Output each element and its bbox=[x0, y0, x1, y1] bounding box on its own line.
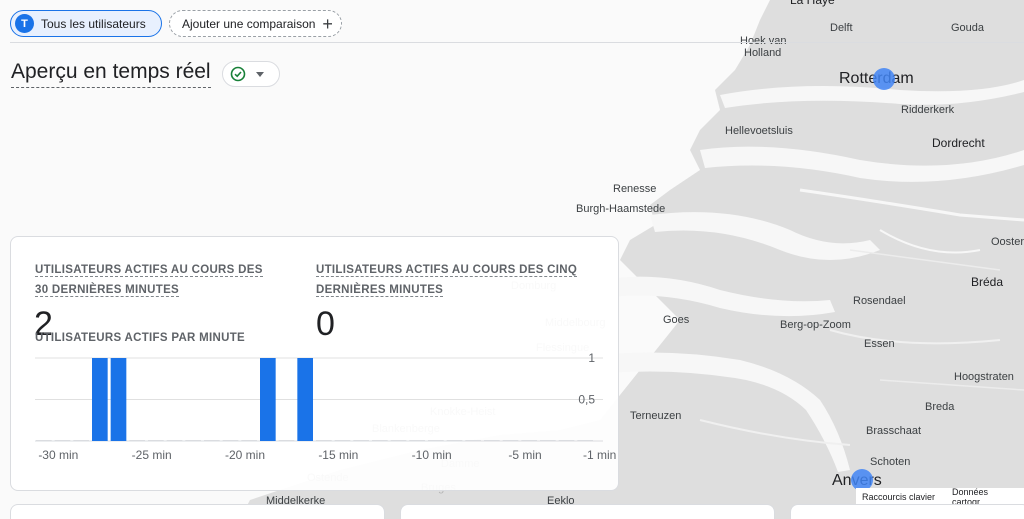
y-tick-label: 1 bbox=[588, 351, 595, 365]
chart-bar bbox=[222, 440, 239, 441]
x-tick-label: -5 min bbox=[508, 448, 541, 462]
add-comparison-label: Ajouter une comparaison bbox=[182, 16, 316, 31]
chart-bar bbox=[297, 358, 313, 441]
map-label: Hoek van bbox=[740, 35, 787, 47]
map-label: Ridderkerk bbox=[901, 104, 955, 116]
chart-bar bbox=[521, 440, 537, 441]
chart-bar bbox=[446, 440, 463, 441]
x-tick-label: -10 min bbox=[412, 448, 452, 462]
y-tick-label: 0,5 bbox=[578, 393, 595, 407]
bottom-card-2 bbox=[400, 504, 775, 519]
chart-bar bbox=[465, 440, 481, 441]
map-label: Essen bbox=[864, 338, 895, 350]
chart-bar bbox=[558, 440, 575, 441]
chart-bar bbox=[390, 440, 407, 441]
map-label: La Haye bbox=[790, 0, 835, 7]
map-label: Schoten bbox=[870, 456, 911, 468]
x-tick-label: -30 min bbox=[38, 448, 78, 462]
map-label: Delft bbox=[830, 22, 853, 34]
map-label: Renesse bbox=[613, 183, 657, 195]
map-label: Gouda bbox=[951, 22, 985, 34]
x-tick-label: -1 min bbox=[583, 448, 616, 462]
chart-bar bbox=[502, 440, 519, 441]
chart-bar bbox=[185, 440, 201, 441]
chart-bar bbox=[428, 440, 444, 441]
x-tick-label: -15 min bbox=[318, 448, 358, 462]
map-label: Brasschaat bbox=[866, 425, 922, 437]
x-tick-label: -20 min bbox=[225, 448, 265, 462]
map-label: Dordrecht bbox=[932, 136, 985, 150]
status-dropdown[interactable] bbox=[222, 61, 280, 87]
header-divider bbox=[10, 42, 1024, 43]
chart-bar bbox=[129, 440, 145, 441]
bottom-card-3 bbox=[790, 504, 1024, 519]
realtime-card: UTILISATEURS ACTIFS AU COURS DES 30 DERNI… bbox=[10, 236, 619, 491]
chart-bar bbox=[110, 358, 127, 441]
all-users-chip[interactable]: T Tous les utilisateurs bbox=[10, 10, 162, 37]
map-label: Goes bbox=[663, 314, 690, 326]
all-users-label: Tous les utilisateurs bbox=[41, 16, 146, 31]
map-label: Terneuzen bbox=[630, 410, 682, 422]
chart-bar bbox=[204, 440, 220, 441]
chart-bar bbox=[409, 440, 425, 441]
check-circle-icon bbox=[230, 66, 246, 82]
chart-bar bbox=[334, 440, 351, 441]
plus-icon: + bbox=[322, 13, 333, 34]
map-label: Holland bbox=[744, 47, 782, 59]
map-label: Berg-op-Zoom bbox=[780, 319, 851, 331]
chart-bar bbox=[353, 440, 369, 441]
x-tick-label: -25 min bbox=[132, 448, 172, 462]
chart-bar bbox=[372, 440, 388, 441]
chart-bar bbox=[54, 440, 71, 441]
map-label: Rosendael bbox=[853, 295, 906, 307]
chart-bar bbox=[36, 440, 52, 441]
map-label: Hoogstraten bbox=[954, 371, 1014, 383]
bottom-card-1 bbox=[10, 504, 385, 519]
map-label: Breda bbox=[925, 401, 955, 413]
page-title: Aperçu en temps réel bbox=[11, 60, 211, 88]
chevron-down-icon bbox=[256, 71, 264, 77]
map-label: Ooster bbox=[991, 236, 1024, 248]
chart-bar bbox=[92, 358, 108, 441]
map-label: Hellevoetsluis bbox=[725, 125, 793, 137]
chart-bar bbox=[241, 440, 257, 441]
map-label: Bréda bbox=[971, 275, 1004, 289]
chart-bar bbox=[577, 440, 593, 441]
map-label: Burgh-Haamstede bbox=[576, 203, 666, 215]
chart-bar bbox=[148, 440, 164, 441]
add-comparison-button[interactable]: Ajouter une comparaison + bbox=[169, 10, 342, 37]
active-users-chart[interactable]: 1 0,5 -30 min -25 min -20 min -15 min -10 min -… bbox=[11, 237, 620, 492]
chart-bar bbox=[540, 440, 556, 441]
chart-bar bbox=[316, 440, 332, 441]
chart-bar bbox=[166, 440, 183, 441]
chart-bar bbox=[260, 358, 276, 441]
chart-bar bbox=[484, 440, 500, 441]
chart-bar bbox=[278, 440, 295, 441]
chart-bar bbox=[73, 440, 89, 441]
location-marker-rotterdam[interactable] bbox=[873, 68, 895, 90]
user-avatar: T bbox=[15, 14, 34, 33]
